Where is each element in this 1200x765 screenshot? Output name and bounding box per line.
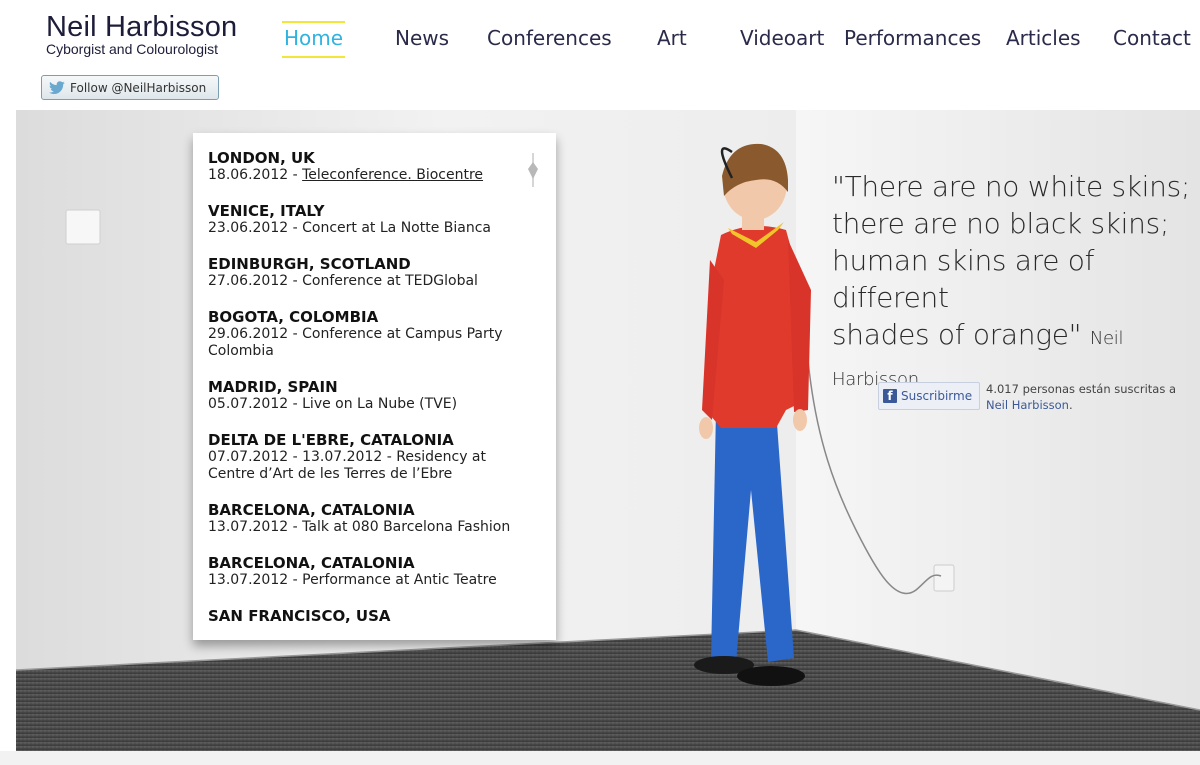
event-city: BOGOTA, COLOMBIA [208,308,379,326]
nav-articles[interactable]: Articles [1006,26,1081,50]
active-highlight-bottom [282,56,346,58]
event-city: MADRID, SPAIN [208,378,338,396]
event-date: 29.06.2012 - [208,326,303,342]
event-city: EDINBURGH, SCOTLAND [208,255,411,273]
facebook-f-icon: f [883,389,897,403]
event-desc: 23.06.2012 - Concert at La Notte Bianca [208,220,528,237]
event-item: BOGOTA, COLOMBIA 29.06.2012 - Conference… [208,308,528,360]
event-date: 23.06.2012 - [208,220,303,236]
event-title: Concert at La Notte Bianca [302,220,491,236]
event-item: VENICE, ITALY 23.06.2012 - Concert at La… [208,202,528,237]
facebook-count-text: 4.017 personas están suscritas a [986,382,1177,396]
events-scroll-handle[interactable] [527,153,539,187]
facebook-trailing: . [1068,398,1073,412]
event-desc: 29.06.2012 - Conference at Campus Party … [208,326,528,360]
events-panel[interactable]: LONDON, UK 18.06.2012 - Teleconference. … [193,133,556,640]
nav-videoart[interactable]: Videoart [740,26,824,50]
event-date: 05.07.2012 - [208,396,303,412]
event-item: BARCELONA, CATALONIA 13.07.2012 - Perfor… [208,554,528,589]
facebook-subscribe-button[interactable]: f Suscribirme [878,382,980,410]
event-item: EDINBURGH, SCOTLAND 27.06.2012 - Confere… [208,255,528,290]
event-desc: 05.07.2012 - Live on La Nube (TVE) [208,396,528,413]
event-city: DELTA DE L'EBRE, CATALONIA [208,431,454,449]
event-city: SAN FRANCISCO, USA [208,607,391,625]
event-desc: 18.06.2012 - Teleconference. Biocentre [208,167,528,184]
event-link[interactable]: Teleconference. Biocentre [302,167,483,183]
event-desc: 13.07.2012 - Performance at Antic Teatre [208,572,528,589]
main-nav: Home News Conferences Art Videoart Perfo… [0,21,1200,58]
events-list: LONDON, UK 18.06.2012 - Teleconference. … [208,149,528,640]
event-city: BARCELONA, CATALONIA [208,501,415,519]
event-title: Live on La Nube (TVE) [302,396,458,412]
page-bottom-strip [0,751,1200,765]
event-title: Performance at Antic Teatre [302,572,497,588]
nav-contact[interactable]: Contact [1113,26,1191,50]
event-desc: 07.07.2012 - 13.07.2012 - Residency at C… [208,449,528,483]
nav-news[interactable]: News [395,26,449,50]
nav-conferences[interactable]: Conferences [487,26,612,50]
event-date: 27.06.2012 - [208,273,303,289]
event-item: SAN FRANCISCO, USA [208,607,528,625]
event-date: 13.07.2012 - [208,519,303,535]
nav-performances[interactable]: Performances [844,26,981,50]
nav-home[interactable]: Home [282,21,346,58]
nav-home-label: Home [284,26,344,50]
quote-line: shades of orange" [832,318,1082,351]
event-city: VENICE, ITALY [208,202,325,220]
quote-line: there are no black skins; [832,207,1170,240]
event-title: Conference at TEDGlobal [302,273,478,289]
twitter-follow-label: Follow @NeilHarbisson [70,80,207,95]
twitter-follow-button[interactable]: Follow @NeilHarbisson [41,75,219,100]
event-item: MADRID, SPAIN 05.07.2012 - Live on La Nu… [208,378,528,413]
twitter-bird-icon [49,80,65,94]
hero-quote: "There are no white skins; there are no … [832,168,1200,398]
event-item: BARCELONA, CATALONIA 13.07.2012 - Talk a… [208,501,528,536]
event-city: BARCELONA, CATALONIA [208,554,415,572]
facebook-subscriber-count: 4.017 personas están suscritas a Neil Ha… [986,381,1191,413]
event-item: DELTA DE L'EBRE, CATALONIA 07.07.2012 - … [208,431,528,483]
event-desc: 27.06.2012 - Conference at TEDGlobal [208,273,528,290]
facebook-subscribe-label: Suscribirme [901,389,973,403]
event-date: 18.06.2012 - [208,167,303,183]
event-city: LONDON, UK [208,149,315,167]
facebook-profile-link[interactable]: Neil Harbisson [986,398,1069,412]
quote-line: human skins are of different [832,244,1095,314]
event-date: 07.07.2012 - 13.07.2012 - [208,449,397,465]
event-item: LONDON, UK 18.06.2012 - Teleconference. … [208,149,528,184]
event-desc: 13.07.2012 - Talk at 080 Barcelona Fashi… [208,519,528,536]
quote-line: "There are no white skins; [832,170,1191,203]
event-title: Talk at 080 Barcelona Fashion [302,519,511,535]
event-date: 13.07.2012 - [208,572,303,588]
active-highlight-top [282,21,346,23]
nav-art[interactable]: Art [657,26,687,50]
